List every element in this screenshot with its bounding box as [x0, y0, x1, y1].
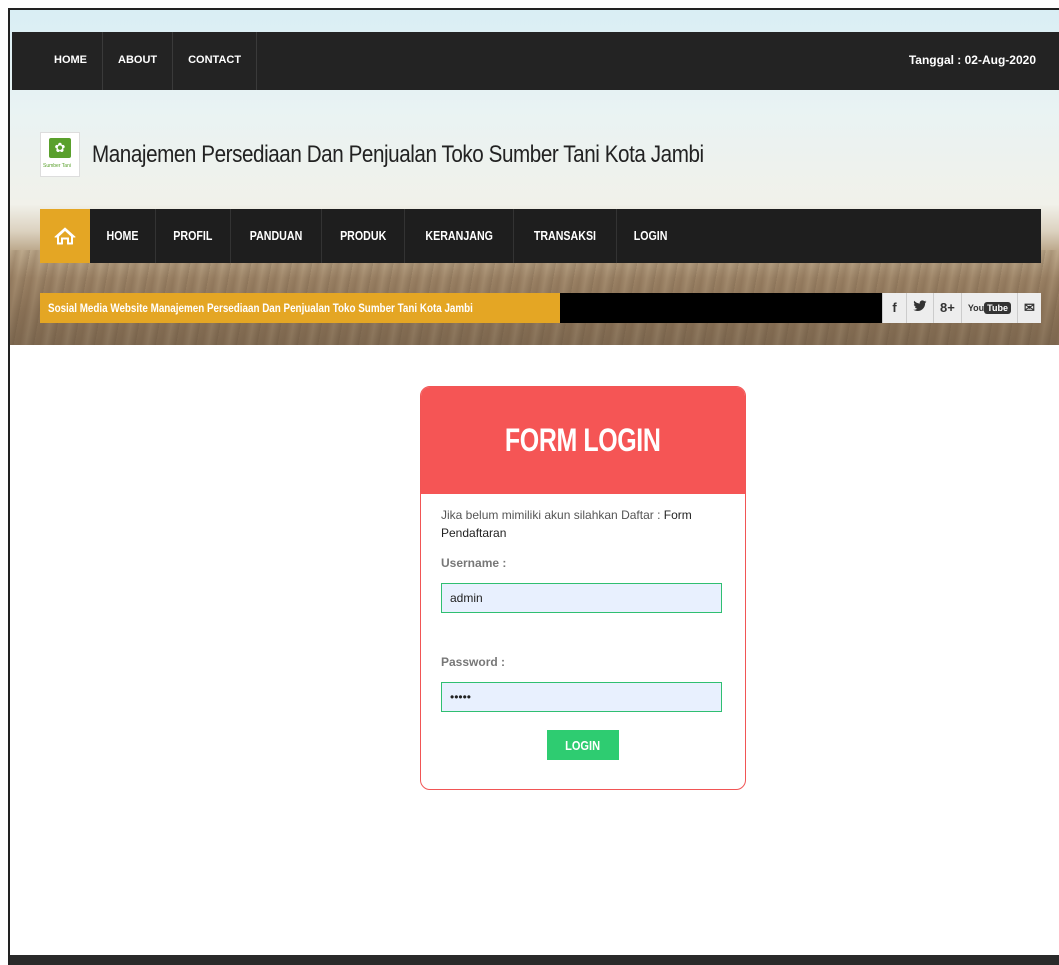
- top-bar: HOME ABOUT CONTACT Tanggal : 02-Aug-2020: [12, 32, 1059, 90]
- topnav-home[interactable]: HOME: [12, 32, 103, 90]
- youtube-tube-text: Tube: [984, 302, 1011, 314]
- youtube-you-text: You: [967, 303, 985, 313]
- nav-panduan-label: PANDUAN: [249, 228, 302, 243]
- brand: ✿ Sumber Tani Manajemen Persediaan Dan P…: [40, 132, 803, 177]
- nav-keranjang-label: KERANJANG: [425, 228, 493, 243]
- login-button-wrap: LOGIN: [441, 730, 725, 760]
- topnav-about[interactable]: ABOUT: [103, 32, 174, 90]
- nav-profil-label: PROFIL: [173, 228, 213, 243]
- twitter-icon[interactable]: [905, 293, 933, 323]
- nav-transaksi-label: TRANSAKSI: [534, 228, 597, 243]
- main-nav: HOME PROFIL PANDUAN PRODUK KERANJANG TRA…: [40, 209, 1041, 263]
- nav-home-label: HOME: [106, 228, 139, 243]
- top-nav: HOME ABOUT CONTACT: [12, 32, 258, 90]
- ticker-label: Sosial Media Website Manajemen Persediaa…: [40, 293, 560, 323]
- username-input[interactable]: [441, 583, 722, 613]
- login-button[interactable]: LOGIN: [547, 730, 619, 760]
- login-card-header: FORM LOGIN: [421, 387, 745, 494]
- page-frame: HOME ABOUT CONTACT Tanggal : 02-Aug-2020…: [8, 8, 1059, 965]
- home-icon[interactable]: [40, 209, 90, 263]
- nav-login[interactable]: LOGIN: [617, 209, 684, 263]
- date-display: Tanggal : 02-Aug-2020: [908, 53, 1036, 67]
- nav-login-label: LOGIN: [633, 228, 668, 243]
- nav-panduan[interactable]: PANDUAN: [231, 209, 322, 263]
- password-label: Password :: [441, 655, 506, 669]
- ticker-text: Sosial Media Website Manajemen Persediaa…: [48, 301, 473, 315]
- nav-produk[interactable]: PRODUK: [322, 209, 406, 263]
- site-logo[interactable]: ✿ Sumber Tani: [40, 132, 80, 177]
- nav-profil[interactable]: PROFIL: [156, 209, 231, 263]
- register-intro: Jika belum mimiliki akun silahkan Daftar…: [441, 506, 725, 542]
- nav-transaksi[interactable]: TRANSAKSI: [514, 209, 618, 263]
- nav-home[interactable]: HOME: [90, 209, 156, 263]
- logo-text: Sumber Tani: [43, 163, 71, 169]
- nav-produk-label: PRODUK: [339, 228, 386, 243]
- social-ticker: Sosial Media Website Manajemen Persediaa…: [40, 293, 1041, 323]
- login-title: FORM LOGIN: [505, 422, 661, 458]
- youtube-icon[interactable]: You Tube: [960, 293, 1017, 323]
- register-intro-text: Jika belum mimiliki akun silahkan Daftar…: [441, 508, 664, 522]
- mail-icon[interactable]: ✉: [1017, 293, 1041, 323]
- login-card-body: Jika belum mimiliki akun silahkan Daftar…: [421, 494, 745, 760]
- login-button-label: LOGIN: [565, 737, 601, 753]
- site-title: Manajemen Persediaan Dan Penjualan Toko …: [92, 140, 704, 168]
- social-icons: f 8+ You Tube ✉: [881, 293, 1041, 323]
- password-input[interactable]: [441, 682, 722, 712]
- login-card: FORM LOGIN Jika belum mimiliki akun sila…: [420, 386, 746, 790]
- google-plus-icon[interactable]: 8+: [932, 293, 961, 323]
- leaf-icon: ✿: [49, 138, 71, 158]
- topnav-contact[interactable]: CONTACT: [173, 32, 258, 90]
- facebook-icon[interactable]: f: [881, 293, 906, 323]
- username-label: Username :: [441, 556, 507, 570]
- footer-bar: [10, 955, 1059, 965]
- nav-keranjang[interactable]: KERANJANG: [405, 209, 515, 263]
